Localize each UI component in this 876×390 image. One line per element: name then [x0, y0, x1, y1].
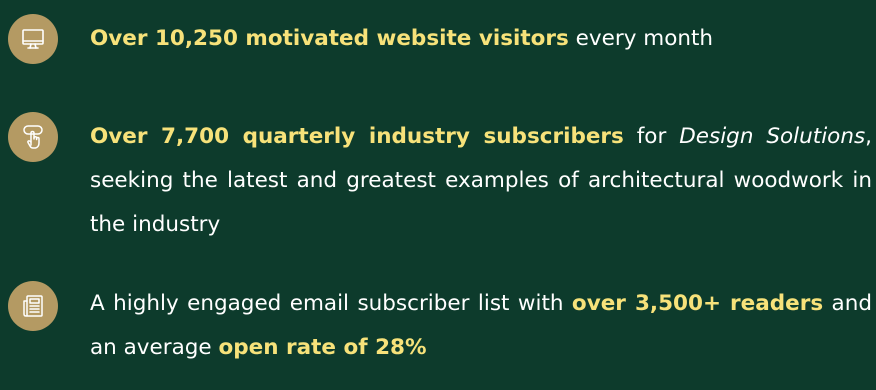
highlight-readers: over 3,500+ readers — [571, 291, 824, 316]
stat-text-quarterly-subscribers: Over 7,700 quarterly industry subscriber… — [90, 115, 872, 247]
stat-text-email-subscribers: A highly engaged email subscriber list w… — [90, 282, 872, 370]
text-for: for — [623, 124, 680, 149]
text-every-month: every month — [568, 26, 714, 51]
highlight-quarterly-subscribers: Over 7,700 quarterly industry subscriber… — [90, 124, 624, 149]
touch-hand-icon — [8, 112, 58, 162]
text-highly-engaged: A highly engaged email subscriber list w… — [90, 291, 572, 316]
highlight-website-visitors: Over 10,250 motivated website visitors — [90, 26, 569, 51]
monitor-icon — [8, 14, 58, 64]
highlight-open-rate: open rate of 28% — [218, 335, 427, 360]
newspaper-icon — [8, 281, 58, 331]
publication-name: Design Solutions — [679, 124, 866, 149]
stat-text-website-visitors: Over 10,250 motivated website visitors e… — [90, 17, 872, 61]
